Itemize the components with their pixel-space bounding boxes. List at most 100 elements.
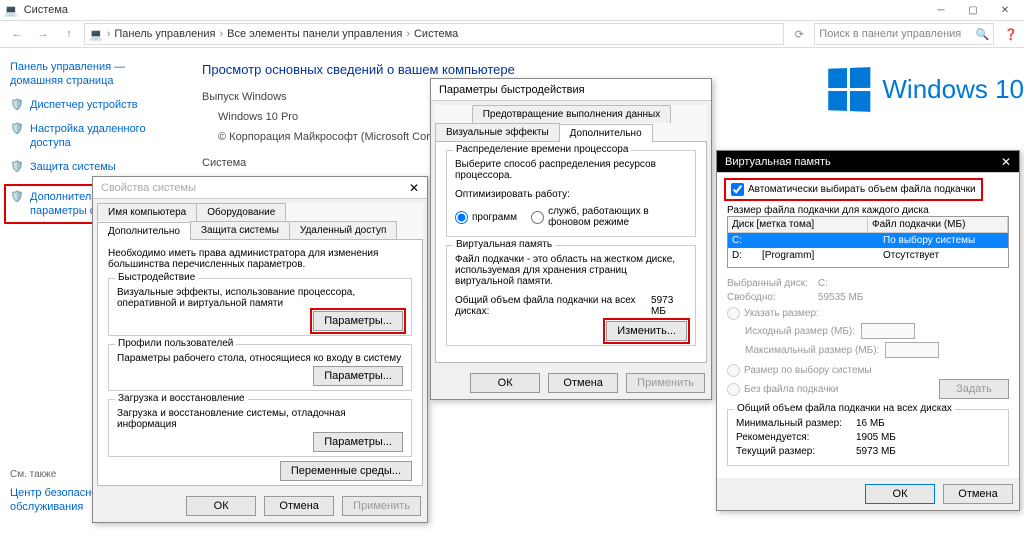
tab-remote[interactable]: Удаленный доступ: [289, 221, 397, 239]
cancel-button[interactable]: Отмена: [264, 496, 334, 516]
vm-group: Виртуальная память Файл подкачки - это о…: [446, 245, 696, 346]
shield-icon: 🛡️: [10, 160, 24, 174]
home-link[interactable]: Панель управления — домашняя страница: [10, 60, 168, 88]
search-input[interactable]: Поиск в панели управления 🔍: [814, 23, 994, 45]
startup-settings-button[interactable]: Параметры...: [313, 432, 403, 452]
address-bar[interactable]: 💻› Панель управления› Все элементы панел…: [84, 23, 784, 45]
tab-computer-name[interactable]: Имя компьютера: [97, 203, 197, 221]
per-volume-label: Размер файла подкачки для каждого диска: [727, 205, 1009, 216]
max-size-input: [885, 342, 939, 358]
init-size-input: [861, 323, 915, 339]
perf-desc: Визуальные эффекты, использование процес…: [117, 287, 403, 309]
breadcrumb[interactable]: Панель управления: [114, 28, 215, 40]
startup-group: Загрузка и восстановление Загрузка и вос…: [108, 399, 412, 457]
close-icon[interactable]: ✕: [409, 181, 419, 195]
selected-disk-label: Выбранный диск:: [727, 278, 808, 289]
cancel-button[interactable]: Отмена: [943, 484, 1013, 504]
min-label: Минимальный размер:: [736, 418, 842, 429]
minimize-button[interactable]: ─: [926, 3, 956, 17]
vm-total-value: 5973 МБ: [651, 295, 687, 317]
breadcrumb[interactable]: Все элементы панели управления: [227, 28, 402, 40]
remote-settings-link[interactable]: Настройка удаленного доступа: [30, 122, 168, 150]
tab-hardware[interactable]: Оборудование: [196, 203, 286, 221]
tabs-row2: Визуальные эффекты Дополнительно: [435, 123, 707, 142]
sidebar-item[interactable]: 🛡️ Защита системы: [10, 160, 168, 174]
dialog-titlebar[interactable]: Виртуальная память ✕: [717, 151, 1019, 173]
virtual-memory-dialog: Виртуальная память ✕ Автоматически выбир…: [716, 150, 1020, 511]
disk-row[interactable]: C:По выбору системы: [728, 233, 1008, 248]
free-value: 59535 МБ: [818, 292, 1009, 303]
auto-manage-checkbox[interactable]: Автоматически выбирать объем файла подка…: [727, 181, 980, 198]
radio-custom-size: Указать размер:: [727, 307, 1009, 320]
pc-icon: 💻: [89, 28, 103, 41]
close-icon[interactable]: ✕: [1001, 155, 1011, 169]
tab-advanced[interactable]: Дополнительно: [559, 124, 653, 142]
perf-settings-button[interactable]: Параметры...: [313, 311, 403, 331]
system-icon: 💻: [4, 4, 18, 17]
radio-programs[interactable]: программ: [455, 206, 517, 228]
max-size-label: Максимальный размер (МБ):: [745, 345, 879, 356]
disk-list[interactable]: Диск [метка тома]Файл подкачки (МБ) C:По…: [727, 216, 1009, 268]
refresh-button[interactable]: ⟳: [788, 23, 810, 45]
radio-system-managed: Размер по выбору системы: [727, 364, 1009, 377]
tab-visual[interactable]: Визуальные эффекты: [435, 123, 560, 141]
windows-logo: Windows 10: [827, 68, 1024, 111]
breadcrumb[interactable]: Система: [414, 28, 458, 40]
tabs-row2: Дополнительно Защита системы Удаленный д…: [97, 221, 423, 240]
device-manager-link[interactable]: Диспетчер устройств: [30, 98, 138, 112]
apply-button[interactable]: Применить: [342, 496, 421, 516]
cpu-desc: Выберите способ распределения ресурсов п…: [455, 159, 687, 181]
back-button[interactable]: ←: [6, 23, 28, 45]
shield-icon: 🛡️: [10, 98, 24, 112]
rec-label: Рекомендуется:: [736, 432, 842, 443]
profiles-legend: Профили пользователей: [115, 338, 236, 349]
radio-services[interactable]: служб, работающих в фоновом режиме: [531, 206, 687, 228]
ok-button[interactable]: ОК: [470, 373, 540, 393]
sidebar-item[interactable]: 🛡️ Настройка удаленного доступа: [10, 122, 168, 150]
init-size-label: Исходный размер (МБ):: [745, 326, 855, 337]
cpu-legend: Распределение времени процессора: [453, 144, 631, 155]
tabs: Предотвращение выполнения данных: [435, 105, 707, 124]
apply-button[interactable]: Применить: [626, 373, 705, 393]
close-button[interactable]: ✕: [990, 3, 1020, 17]
tabs: Имя компьютера Оборудование: [97, 203, 423, 222]
startup-legend: Загрузка и восстановление: [115, 393, 248, 404]
tab-dep[interactable]: Предотвращение выполнения данных: [472, 105, 672, 123]
tab-protection[interactable]: Защита системы: [190, 221, 290, 239]
up-button[interactable]: ↑: [58, 23, 80, 45]
performance-group: Быстродействие Визуальные эффекты, испол…: [108, 278, 412, 336]
maximize-button[interactable]: ▢: [958, 3, 988, 17]
radio-no-pagefile: Без файла подкачки: [727, 383, 839, 396]
dialog-titlebar[interactable]: Свойства системы ✕: [93, 177, 427, 199]
cancel-button[interactable]: Отмена: [548, 373, 618, 393]
navigation-bar: ← → ↑ 💻› Панель управления› Все элементы…: [0, 20, 1024, 48]
system-properties-dialog: Свойства системы ✕ Имя компьютера Оборуд…: [92, 176, 428, 523]
profiles-settings-button[interactable]: Параметры...: [313, 366, 403, 386]
perf-legend: Быстродействие: [115, 272, 198, 283]
control-panel-home[interactable]: Панель управления — домашняя страница: [10, 60, 168, 88]
vm-desc: Файл подкачки - это область на жестком д…: [455, 254, 687, 287]
dialog-titlebar[interactable]: Параметры быстродействия: [431, 79, 711, 101]
performance-options-dialog: Параметры быстродействия Предотвращение …: [430, 78, 712, 400]
shield-icon: 🛡️: [10, 122, 24, 136]
env-vars-button[interactable]: Переменные среды...: [280, 461, 412, 481]
forward-button[interactable]: →: [32, 23, 54, 45]
disk-row[interactable]: D:[Programm]Отсутствует: [728, 248, 1008, 263]
tab-advanced[interactable]: Дополнительно: [97, 222, 191, 240]
total-group: Общий объем файла подкачки на всех диска…: [727, 409, 1009, 466]
profiles-group: Профили пользователей Параметры рабочего…: [108, 344, 412, 391]
opt-label: Оптимизировать работу:: [455, 189, 687, 200]
vm-change-button[interactable]: Изменить...: [606, 321, 687, 341]
cur-label: Текущий размер:: [736, 446, 842, 457]
shield-icon: 🛡️: [10, 190, 24, 204]
dialog-title: Свойства системы: [101, 182, 196, 194]
help-icon[interactable]: ❓: [1004, 28, 1018, 41]
ok-button[interactable]: ОК: [186, 496, 256, 516]
dialog-title: Виртуальная память: [725, 156, 831, 168]
sidebar-item[interactable]: 🛡️ Диспетчер устройств: [10, 98, 168, 112]
vm-total-label: Общий объем файла подкачки на всех диска…: [455, 295, 651, 317]
search-icon: 🔍: [976, 28, 990, 41]
col-pagefile: Файл подкачки (МБ): [868, 217, 1008, 232]
ok-button[interactable]: ОК: [865, 484, 935, 504]
system-protection-link[interactable]: Защита системы: [30, 160, 116, 174]
